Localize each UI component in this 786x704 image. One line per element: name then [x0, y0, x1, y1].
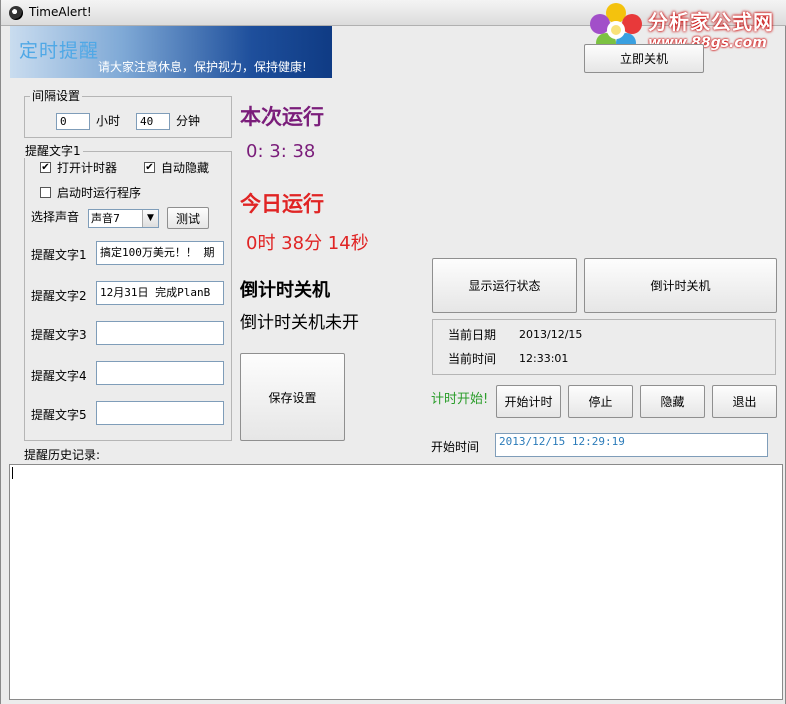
current-date-label: 当前日期	[448, 328, 497, 342]
current-date-value: 2013/12/15	[519, 328, 583, 341]
timer-start-label: 计时开始!	[431, 392, 489, 407]
current-time-value: 12:33:01	[519, 352, 569, 365]
reminder-text-3-input[interactable]	[96, 321, 224, 345]
window-title: TimeAlert!	[29, 5, 92, 19]
history-log[interactable]	[9, 464, 783, 700]
history-label: 提醒历史记录:	[24, 448, 101, 462]
run-on-start-label: 启动时运行程序	[57, 186, 142, 200]
sound-select[interactable]: 声音7 ▼	[88, 209, 159, 228]
hide-button[interactable]: 隐藏	[640, 385, 705, 418]
reminder-text-4-label: 提醒文字4	[31, 369, 87, 383]
reminder-text-4-input[interactable]	[96, 361, 224, 385]
interval-legend: 间隔设置	[30, 89, 83, 103]
run-on-start-checkbox[interactable]	[40, 187, 51, 198]
countdown-shutdown-button[interactable]: 倒计时关机	[584, 258, 777, 313]
banner-subtitle: 请大家注意休息，保护视力，保持健康!	[98, 60, 307, 74]
current-time-label: 当前时间	[448, 352, 497, 366]
chevron-down-icon[interactable]: ▼	[142, 210, 158, 227]
banner-title: 定时提醒	[19, 40, 100, 62]
hours-label: 小时	[96, 114, 121, 128]
reminder-text-5-input[interactable]	[96, 401, 224, 425]
hours-input[interactable]: 0	[56, 113, 90, 130]
today-run-value: 0时 38分 14秒	[246, 233, 369, 254]
reminder-text-2-input[interactable]: 12月31日 完成PlanB	[96, 281, 224, 305]
start-timer-button[interactable]: 开始计时	[496, 385, 561, 418]
shutdown-now-button[interactable]: 立即关机	[584, 44, 704, 73]
auto-hide-checkbox[interactable]: ✔	[144, 162, 155, 173]
today-run-title: 今日运行	[240, 192, 324, 216]
shutdown-title: 倒计时关机	[240, 280, 330, 301]
reminder-text-5-label: 提醒文字5	[31, 408, 87, 422]
stop-button[interactable]: 停止	[568, 385, 633, 418]
shutdown-status: 倒计时关机未开	[240, 313, 359, 333]
this-run-value: 0: 3: 38	[246, 141, 316, 162]
sound-label: 选择声音	[31, 210, 80, 224]
minutes-input[interactable]: 40	[136, 113, 170, 130]
exit-button[interactable]: 退出	[712, 385, 777, 418]
open-timer-checkbox[interactable]: ✔	[40, 162, 51, 173]
reminder-legend: 提醒文字1	[23, 144, 83, 158]
main-window: TimeAlert! 分析家公式网 www.88gs.com 定时提醒 请大家注…	[0, 0, 786, 704]
reminder-text-1-label: 提醒文字1	[31, 248, 87, 262]
minutes-label: 分钟	[176, 114, 201, 128]
auto-hide-label: 自动隐藏	[161, 161, 210, 175]
sound-select-value: 声音7	[91, 212, 120, 225]
test-sound-button[interactable]: 测试	[167, 207, 209, 229]
logo-name: 分析家公式网	[648, 10, 774, 34]
start-time-field[interactable]: 2013/12/15 12:29:19	[495, 433, 768, 457]
show-status-button[interactable]: 显示运行状态	[432, 258, 577, 313]
this-run-title: 本次运行	[240, 105, 324, 129]
reminder-text-2-label: 提醒文字2	[31, 289, 87, 303]
save-settings-button[interactable]: 保存设置	[240, 353, 345, 441]
reminder-text-1-input[interactable]: 搞定100万美元！！ 期	[96, 241, 224, 265]
app-icon	[9, 6, 23, 20]
reminder-text-3-label: 提醒文字3	[31, 328, 87, 342]
text-caret	[12, 467, 13, 479]
banner: 定时提醒 请大家注意休息，保护视力，保持健康!	[10, 26, 332, 78]
open-timer-label: 打开计时器	[57, 161, 118, 175]
start-time-label: 开始时间	[431, 440, 480, 454]
